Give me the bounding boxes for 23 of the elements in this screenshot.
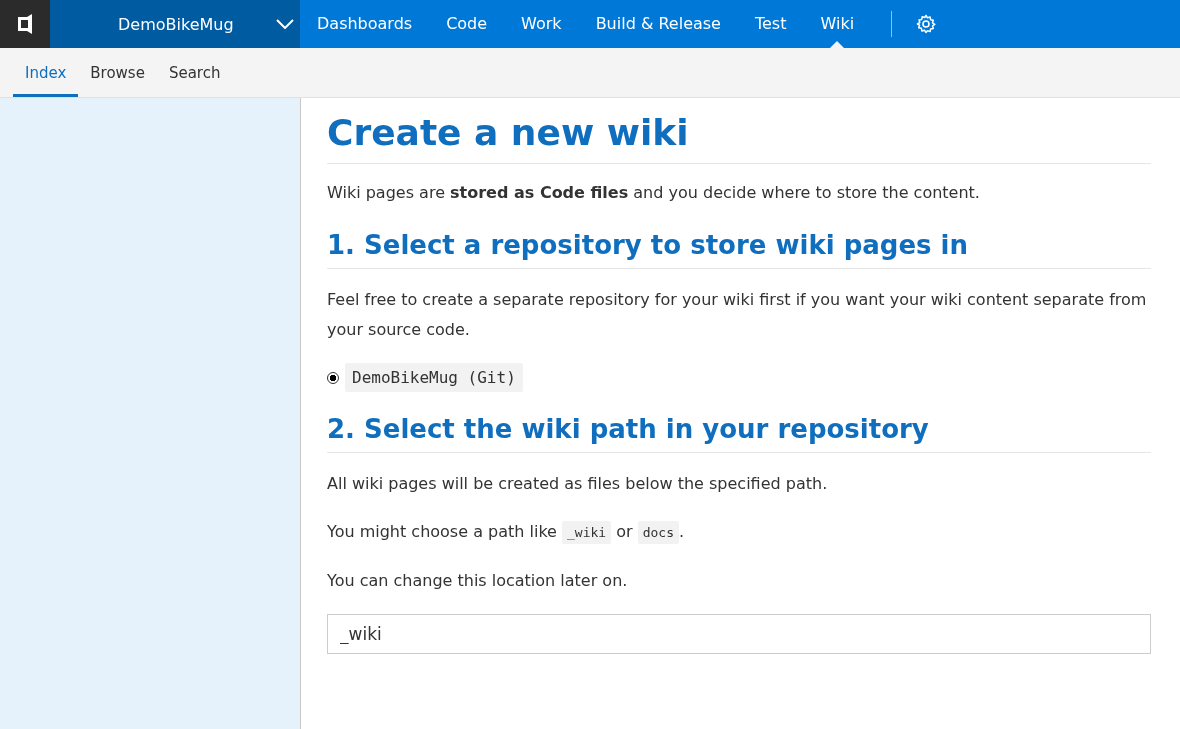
repository-label[interactable]: DemoBikeMug (Git) [345, 363, 523, 392]
sub-tab[interactable]: Search [156, 48, 233, 97]
section-heading: 2. Select the wiki path in your repository [327, 414, 1151, 453]
path-input-field[interactable]: _wiki [327, 614, 1151, 654]
nav-tab[interactable]: Dashboards [306, 0, 424, 48]
nav-tab[interactable]: Wiki [809, 0, 866, 48]
nav-tab[interactable]: Build & Release [584, 0, 732, 48]
intro-text: Wiki pages are stored as Code files and you decide where to store the content. [327, 182, 981, 204]
page-title: Create a new wiki [327, 112, 1151, 164]
radio-button[interactable] [327, 371, 339, 384]
nav-tab[interactable]: Code [435, 0, 499, 48]
section-text: Feel free to create a separate repository for your wiki first if you want your wiki content separate from your source code. [327, 289, 1148, 341]
project-selector[interactable]: DemoBikeMug [50, 0, 300, 48]
nav-tab[interactable]: Test [743, 0, 798, 48]
section-text: All wiki pages will be created as files below the specified path. [327, 473, 829, 495]
section-heading: 1. Select a repository to store wiki pages in [327, 230, 1151, 269]
nav-tab[interactable]: Work [510, 0, 573, 48]
section-text: You can change this location later on. [327, 570, 629, 592]
sub-tab[interactable]: Browse [78, 48, 157, 97]
settings-icon[interactable] [916, 14, 937, 34]
logo-icon[interactable] [0, 0, 50, 48]
chevron-down-icon [276, 19, 294, 29]
section-text: You might choose a path like _wiki or docs . [327, 517, 1151, 548]
